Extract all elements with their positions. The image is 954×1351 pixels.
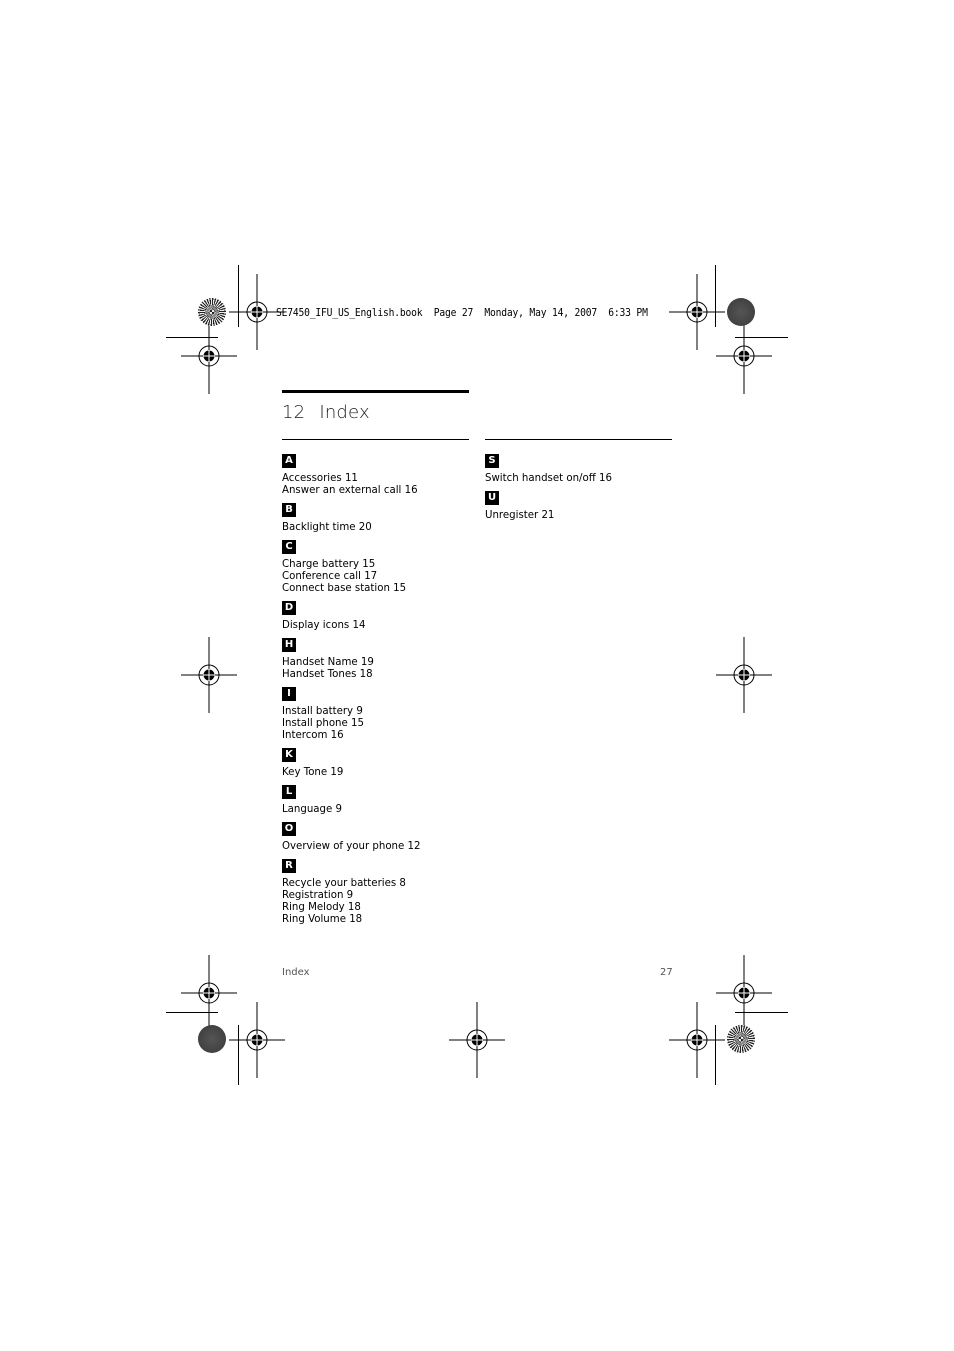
- index-entry: Ring Volume 18: [282, 914, 363, 925]
- index-entry: Key Tone 19: [282, 767, 344, 778]
- index-entry: Handset Tones 18: [282, 669, 373, 680]
- index-group: U Unregister 21: [485, 491, 675, 522]
- index-entry: Charge battery 15: [282, 559, 376, 570]
- index-letter-badge: A: [282, 454, 296, 468]
- index-entry: Intercom 16: [282, 730, 344, 741]
- registration-crosshair-icon: [716, 318, 772, 394]
- index-entry: Ring Melody 18: [282, 902, 361, 913]
- index-entry: Switch handset on/off 16: [485, 473, 612, 484]
- index-entry: Unregister 21: [485, 510, 555, 521]
- index-letter-badge: U: [485, 491, 499, 505]
- chapter-title: Index: [319, 402, 370, 423]
- index-entry: Answer an external call 16: [282, 485, 418, 496]
- index-entry: Install battery 9: [282, 706, 363, 717]
- footer-page-number: 27: [660, 967, 673, 978]
- index-letter-badge: S: [485, 454, 499, 468]
- index-entry: Accessories 11: [282, 473, 358, 484]
- registration-crosshair-icon: [716, 637, 772, 713]
- registration-crosshair-icon: [181, 637, 237, 713]
- index-entry: Connect base station 15: [282, 583, 407, 594]
- chapter-heading: 12 Index: [282, 402, 370, 423]
- color-calibration-disc: [727, 298, 755, 326]
- index-entry: Backlight time 20: [282, 522, 372, 533]
- chapter-number: 12: [282, 402, 306, 423]
- index-group: B Backlight time 20: [282, 503, 472, 534]
- index-entry: Handset Name 19: [282, 657, 374, 668]
- index-group: O Overview of your phone 12: [282, 822, 472, 853]
- index-group: K Key Tone 19: [282, 748, 472, 779]
- index-group: S Switch handset on/off 16: [485, 454, 675, 485]
- index-letter-badge: C: [282, 540, 296, 554]
- index-entry: Overview of your phone 12: [282, 841, 421, 852]
- column-rule: [282, 439, 469, 440]
- chapter-rule: [282, 390, 469, 393]
- index-letter-badge: L: [282, 785, 296, 799]
- index-letter-badge: I: [282, 687, 296, 701]
- index-group: A Accessories 11 Answer an external call 1…: [282, 454, 472, 497]
- registration-crosshair-icon: [669, 1002, 725, 1078]
- index-group: L Language 9: [282, 785, 472, 816]
- index-left-column: A Accessories 11 Answer an external call 1…: [282, 454, 472, 932]
- index-letter-badge: O: [282, 822, 296, 836]
- index-letter-badge: K: [282, 748, 296, 762]
- color-calibration-disc: [198, 1025, 226, 1053]
- footer-section-name: Index: [282, 967, 310, 978]
- index-entry: Conference call 17: [282, 571, 378, 582]
- index-group: C Charge battery 15 Conference call 17 Conn…: [282, 540, 472, 595]
- index-letter-badge: R: [282, 859, 296, 873]
- column-rule: [485, 439, 672, 440]
- index-entry: Language 9: [282, 804, 342, 815]
- registration-crosshair-icon: [229, 1002, 285, 1078]
- index-letter-badge: H: [282, 638, 296, 652]
- index-entry: Install phone 15: [282, 718, 364, 729]
- color-calibration-disc: [198, 298, 226, 326]
- index-group: I Install battery 9 Install phone 15 Interc…: [282, 687, 472, 742]
- index-right-column: S Switch handset on/off 16 U Unregister 21: [485, 454, 675, 528]
- index-letter-badge: D: [282, 601, 296, 615]
- index-group: R Recycle your batteries 8 Registration 9R…: [282, 859, 472, 926]
- color-calibration-disc: [727, 1025, 755, 1053]
- registration-crosshair-icon: [449, 1002, 505, 1078]
- index-entry: Recycle your batteries 8: [282, 878, 406, 889]
- index-entry: Registration 9: [282, 890, 354, 901]
- print-slug-line: SE7450_IFU_US_English.book Page 27 Monda…: [276, 307, 648, 319]
- registration-crosshair-icon: [181, 318, 237, 394]
- index-entry: Display icons 14: [282, 620, 366, 631]
- index-group: D Display icons 14: [282, 601, 472, 632]
- index-group: H Handset Name 19 Handset Tones 18: [282, 638, 472, 681]
- index-letter-badge: B: [282, 503, 296, 517]
